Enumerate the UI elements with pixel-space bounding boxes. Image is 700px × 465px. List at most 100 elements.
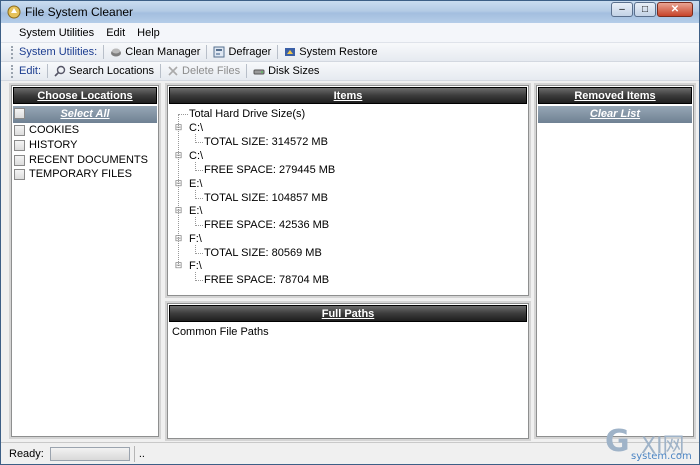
app-window: File System Cleaner – □ ✕ System Utiliti…	[0, 0, 700, 465]
close-button[interactable]: ✕	[657, 2, 693, 17]
app-icon	[7, 5, 21, 19]
checkbox[interactable]	[14, 124, 25, 136]
system-restore-button[interactable]: System Restore	[280, 44, 381, 61]
toolbar-label: System Utilities:	[19, 46, 98, 58]
tree-node-drive[interactable]: F:\	[189, 233, 202, 245]
checkbox[interactable]	[14, 139, 25, 151]
tree-node-drive[interactable]: E:\	[189, 178, 202, 190]
tree-node-detail[interactable]: FREE SPACE: 78704 MB	[204, 274, 329, 286]
tree-node-drive[interactable]: C:\	[189, 122, 203, 134]
search-locations-label: Search Locations	[69, 65, 155, 77]
select-all-checkbox[interactable]	[14, 106, 29, 120]
collapse-icon[interactable]: ⊟	[174, 206, 183, 216]
location-item[interactable]: COOKIES	[14, 123, 79, 137]
toolbar-grip[interactable]	[11, 64, 14, 78]
removed-items-header: Removed Items	[538, 87, 692, 104]
removed-items-panel: Removed Items Clear List	[536, 85, 694, 437]
location-label: HISTORY	[29, 139, 78, 151]
collapse-icon[interactable]: ⊟	[174, 179, 183, 189]
clean-manager-label: Clean Manager	[125, 46, 201, 58]
defrager-label: Defrager	[228, 46, 272, 58]
location-item[interactable]: RECENT DOCUMENTS	[14, 153, 148, 167]
collapse-icon[interactable]: ⊟	[174, 123, 183, 133]
watermark-brand: G	[605, 424, 630, 459]
tree-connector	[178, 114, 188, 115]
broom-icon	[111, 48, 122, 57]
clean-manager-button[interactable]: Clean Manager	[106, 44, 204, 61]
disk-sizes-button[interactable]: Disk Sizes	[249, 63, 323, 80]
location-label: RECENT DOCUMENTS	[29, 154, 148, 166]
tree-node-detail[interactable]: TOTAL SIZE: 104857 MB	[204, 192, 328, 204]
maximize-button[interactable]: □	[634, 2, 656, 17]
collapse-icon[interactable]: ⊟	[174, 151, 183, 161]
tree-connector	[195, 198, 203, 199]
title-bar[interactable]: File System Cleaner – □ ✕	[1, 1, 699, 23]
status-bar: Ready: ..	[1, 442, 699, 464]
toolbar-separator	[277, 45, 279, 59]
tree-node-drive[interactable]: E:\	[189, 205, 202, 217]
tree-connector	[195, 280, 203, 281]
menu-help[interactable]: Help	[131, 27, 166, 39]
choose-locations-panel: Choose Locations Select All COOKIES HIST…	[11, 85, 159, 437]
clear-list-button[interactable]: Clear List	[538, 106, 692, 123]
system-utilities-toolbar: System Utilities: Clean Manager Defrager…	[1, 43, 699, 62]
disk-sizes-label: Disk Sizes	[268, 65, 320, 77]
checkbox[interactable]	[14, 168, 25, 180]
location-label: TEMPORARY FILES	[29, 168, 132, 180]
minimize-button[interactable]: –	[611, 2, 633, 17]
full-paths-text[interactable]: Common File Paths	[172, 326, 269, 338]
disk-icon	[213, 46, 225, 58]
tree-node-detail[interactable]: FREE SPACE: 279445 MB	[204, 164, 335, 176]
edit-toolbar: Edit: Search Locations Delete Files Disk…	[1, 62, 699, 81]
restore-icon	[285, 48, 296, 56]
menu-system-utilities[interactable]: System Utilities	[13, 27, 100, 39]
status-separator	[133, 445, 135, 462]
tree-connector	[195, 170, 203, 171]
toolbar-separator	[160, 64, 162, 78]
tree-node-drive[interactable]: F:\	[189, 260, 202, 272]
window-controls: – □ ✕	[610, 2, 693, 17]
tree-node-detail[interactable]: TOTAL SIZE: 80569 MB	[204, 247, 322, 259]
toolbar-grip[interactable]	[11, 45, 14, 59]
search-locations-button[interactable]: Search Locations	[50, 63, 158, 80]
system-restore-label: System Restore	[299, 46, 378, 58]
checkbox[interactable]	[14, 107, 25, 119]
delete-files-button[interactable]: Delete Files	[163, 63, 244, 80]
watermark-site: system.com	[631, 451, 692, 462]
tree-node-detail[interactable]: FREE SPACE: 42536 MB	[204, 219, 329, 231]
status-text: Ready:	[9, 447, 44, 460]
menu-bar: System Utilities Edit Help	[1, 23, 699, 43]
tree-connector	[195, 253, 203, 254]
progress-bar	[49, 446, 130, 461]
magnifier-icon	[54, 65, 66, 77]
toolbar-separator	[246, 64, 248, 78]
checkbox[interactable]	[14, 154, 25, 166]
x-icon	[168, 66, 178, 76]
status-extra: ..	[138, 447, 145, 460]
select-all-button[interactable]: Select All	[13, 106, 157, 123]
tree-node-detail[interactable]: TOTAL SIZE: 314572 MB	[204, 136, 328, 148]
tree-connector	[195, 225, 203, 226]
location-item[interactable]: TEMPORARY FILES	[14, 167, 132, 181]
drive-icon	[253, 69, 265, 75]
full-paths-panel: Full Paths Common File Paths	[167, 303, 529, 439]
defrager-button[interactable]: Defrager	[209, 44, 275, 61]
choose-locations-header: Choose Locations	[13, 87, 157, 104]
location-label: COOKIES	[29, 124, 80, 136]
location-item[interactable]: HISTORY	[14, 138, 78, 152]
collapse-icon[interactable]: ⊟	[174, 234, 183, 244]
window-title: File System Cleaner	[25, 5, 134, 19]
collapse-icon[interactable]: ⊟	[174, 261, 183, 271]
menu-edit[interactable]: Edit	[100, 27, 131, 39]
toolbar-separator	[206, 45, 208, 59]
items-panel: Items Total Hard Drive Size(s) ⊟ C:\ TOT…	[167, 85, 529, 296]
toolbar-label: Edit:	[19, 65, 42, 77]
full-paths-header: Full Paths	[169, 305, 527, 322]
watermark-logo: G XI网 system.com	[605, 424, 699, 465]
tree-node-drive[interactable]: C:\	[189, 150, 203, 162]
toolbar-separator	[103, 45, 105, 59]
items-header: Items	[169, 87, 527, 104]
tree-connector	[195, 142, 203, 143]
toolbar-separator	[47, 64, 49, 78]
tree-root: Total Hard Drive Size(s)	[189, 108, 306, 120]
